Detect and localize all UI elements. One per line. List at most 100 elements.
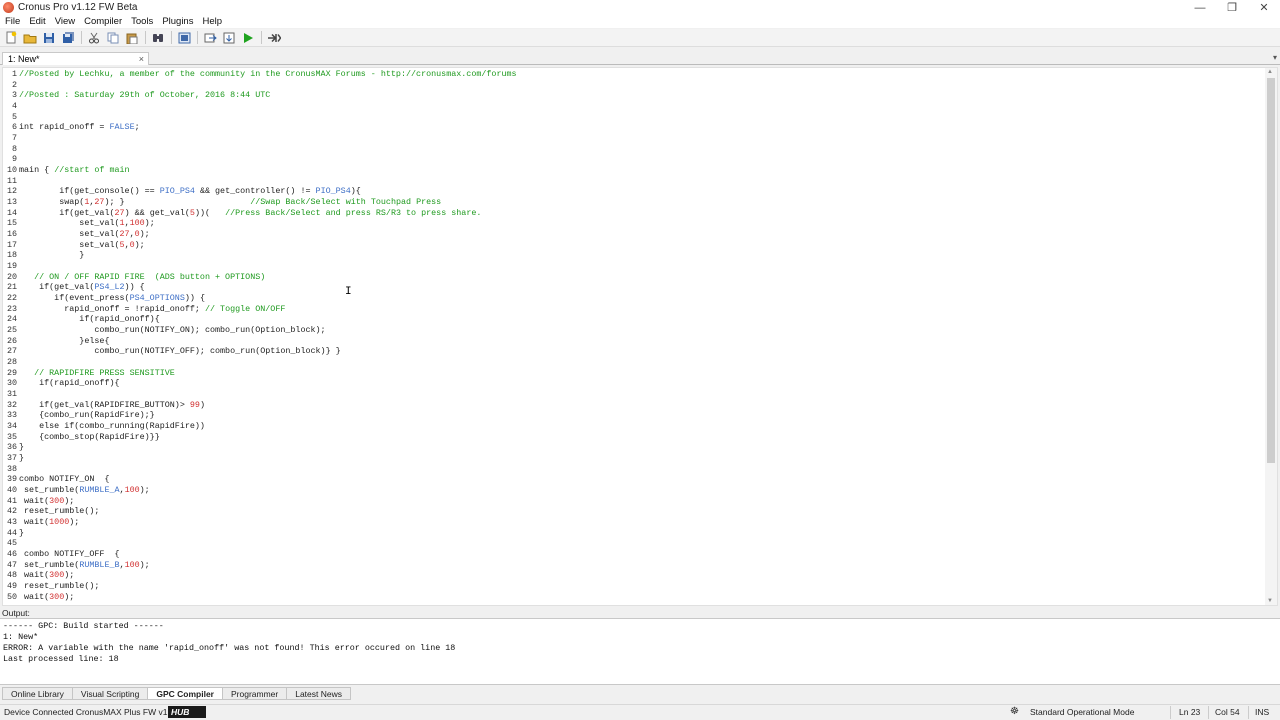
code-token: reset_rumble();: [19, 581, 100, 592]
code-line: set_val(5,0);: [19, 239, 145, 251]
line-number: 29: [6, 367, 17, 378]
code-token: //Posted : Saturday 29th of October, 201…: [19, 90, 271, 101]
maximize-button[interactable]: ❐: [1216, 0, 1248, 15]
code-token: rapid_onoff = !rapid_onoff;: [19, 303, 205, 314]
code-token: if(rapid_onoff){: [19, 378, 120, 389]
new-file-icon[interactable]: [3, 31, 19, 45]
tab-visual-scripting[interactable]: Visual Scripting: [71, 687, 148, 700]
code-token: 100: [129, 218, 145, 229]
tab-gpc-compiler[interactable]: GPC Compiler: [147, 687, 222, 700]
line-number: 35: [6, 431, 17, 442]
line-number: 26: [6, 335, 17, 346]
code-line: set_rumble(RUMBLE_B,100);: [19, 560, 150, 571]
vertical-scrollbar[interactable]: ▲ ▼: [1265, 68, 1277, 605]
scroll-down-icon[interactable]: ▼: [1267, 598, 1273, 604]
save-icon[interactable]: [41, 31, 57, 45]
paste-icon[interactable]: [124, 31, 140, 45]
code-token: FALSE: [109, 122, 135, 133]
line-number: 3: [11, 90, 17, 101]
menu-compiler[interactable]: Compiler: [84, 16, 122, 27]
code-token: );: [134, 239, 145, 250]
tab-latest-news[interactable]: Latest News: [286, 687, 351, 700]
code-line: wait(300);: [19, 496, 74, 507]
cut-icon[interactable]: [86, 31, 102, 45]
scrollbar-thumb[interactable]: [1267, 78, 1275, 463]
menu-plugins[interactable]: Plugins: [162, 16, 193, 27]
code-line: set_rumble(RUMBLE_A,100);: [19, 485, 150, 496]
line-number: 42: [6, 506, 17, 517]
import-icon[interactable]: [221, 31, 237, 45]
code-line: else if(combo_running(RapidFire)): [19, 421, 205, 432]
code-token: );: [64, 591, 75, 602]
code-editor[interactable]: 1 2 3 4 5 6 7 8 9 10 11 12 13 14 15 16 17 18 19 20 21 22 23 24 2…: [2, 67, 1278, 606]
code-token: {: [39, 165, 55, 176]
save-all-icon[interactable]: [60, 31, 76, 45]
tab-close-icon[interactable]: ×: [139, 53, 144, 65]
menu-file[interactable]: File: [5, 16, 20, 27]
code-line: combo_run(NOTIFY_OFF); combo_run(Option_…: [19, 346, 341, 357]
tab-programmer[interactable]: Programmer: [221, 687, 287, 700]
tab-list-dropdown-icon[interactable]: ▾: [1273, 53, 1277, 62]
code-token: ;: [134, 122, 140, 133]
menu-tools[interactable]: Tools: [131, 16, 153, 27]
menu-edit[interactable]: Edit: [29, 16, 45, 27]
code-token: combo_run(NOTIFY_OFF); combo_run(Option_…: [19, 346, 341, 357]
line-number: 22: [6, 293, 17, 304]
tab-new[interactable]: 1: New* ×: [2, 52, 149, 65]
code-token: 99: [189, 399, 200, 410]
code-token: PIO_PS4: [315, 186, 351, 197]
line-number: 41: [6, 495, 17, 506]
code-token: set_val(: [19, 218, 120, 229]
code-text-area[interactable]: //Posted by Lechku, a member of the comm…: [19, 68, 1265, 605]
line-number: 38: [6, 463, 17, 474]
line-number: 30: [6, 378, 17, 389]
line-number: 25: [6, 325, 17, 336]
line-number: 24: [6, 314, 17, 325]
code-token: set_rumble(: [19, 559, 80, 570]
code-token: rapid_onoff =: [34, 122, 110, 133]
code-line: int rapid_onoff = FALSE;: [19, 122, 140, 133]
line-number: 45: [6, 538, 17, 549]
run-icon[interactable]: [240, 31, 256, 45]
code-token: PIO_PS4: [159, 186, 195, 197]
scroll-up-icon[interactable]: ▲: [1267, 69, 1273, 75]
line-number: 32: [6, 399, 17, 410]
output-panel[interactable]: ------ GPC: Build started ------ 1: New*…: [0, 618, 1280, 685]
code-line: {combo_stop(RapidFire)}}: [19, 432, 160, 443]
output-line: ERROR: A variable with the name 'rapid_o…: [3, 643, 456, 653]
hub-logo: HUB: [168, 706, 206, 718]
status-bar: Device Connected CronusMAX Plus FW v1.23…: [0, 704, 1280, 720]
line-number: 2: [11, 79, 17, 90]
code-line: combo_run(NOTIFY_ON); combo_run(Option_b…: [19, 325, 325, 336]
code-token: reset_rumble();: [19, 506, 100, 517]
code-token: 300: [49, 591, 65, 602]
open-folder-icon[interactable]: [22, 31, 38, 45]
build-icon[interactable]: [176, 31, 192, 45]
title-bar: Cronus Pro v1.12 FW Beta — ❐ ✕: [0, 0, 1280, 15]
close-window-button[interactable]: ✕: [1248, 0, 1280, 15]
line-number: 1: [11, 69, 17, 79]
program-icon[interactable]: [202, 31, 218, 45]
code-line: reset_rumble();: [19, 506, 99, 517]
code-line: combo NOTIFY_OFF {: [19, 549, 120, 560]
menu-view[interactable]: View: [55, 16, 75, 27]
code-token: }: [19, 453, 25, 464]
code-token: if(event_press(: [19, 293, 130, 304]
code-token: );: [139, 485, 150, 496]
line-number: 40: [6, 485, 17, 496]
forward-icon[interactable]: [266, 31, 282, 45]
code-token: RUMBLE_B: [79, 559, 120, 570]
line-number: 20: [6, 271, 17, 282]
bottom-tab-bar: Online Library Visual Scripting GPC Comp…: [0, 687, 1280, 700]
minimize-button[interactable]: —: [1184, 0, 1216, 15]
menu-help[interactable]: Help: [202, 16, 222, 27]
code-line: wait(300);: [19, 570, 74, 581]
line-number: 37: [6, 453, 17, 464]
code-token: NOTIFY_OFF {: [49, 549, 120, 560]
line-number: 34: [6, 421, 17, 432]
tab-online-library[interactable]: Online Library: [2, 687, 72, 700]
text-cursor-icon: I: [345, 286, 352, 298]
find-icon[interactable]: [150, 31, 166, 45]
code-token: if(rapid_onoff){: [19, 314, 160, 325]
copy-icon[interactable]: [105, 31, 121, 45]
